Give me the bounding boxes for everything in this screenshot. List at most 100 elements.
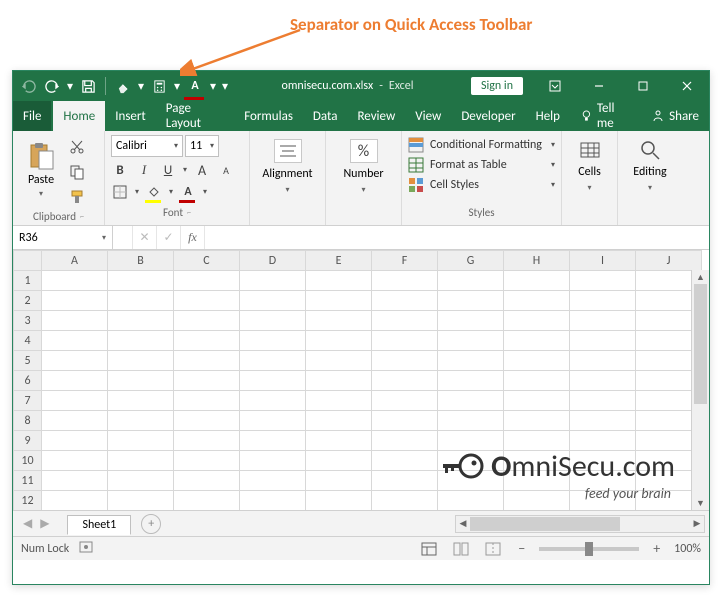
cell[interactable] [174,451,240,471]
cell[interactable] [42,391,108,411]
tab-insert[interactable]: Insert [105,101,156,131]
cell[interactable] [42,311,108,331]
conditional-formatting-button[interactable]: Conditional Formatting▾ [408,137,555,153]
cell[interactable] [570,391,636,411]
cell[interactable] [108,311,174,331]
cell[interactable] [174,351,240,371]
number-button[interactable]: % Number ▾ [332,135,395,205]
row-header[interactable]: 6 [14,371,42,391]
cell[interactable] [372,431,438,451]
tab-view[interactable]: View [405,101,451,131]
qat-dropdown-2[interactable]: ▾ [172,74,182,98]
dialog-launcher-icon[interactable]: ⌐ [187,208,191,218]
customize-qat-icon[interactable]: ▾ [220,74,230,98]
cell[interactable] [108,431,174,451]
scroll-thumb[interactable] [694,284,707,404]
bold-button[interactable]: B [111,161,129,179]
cell[interactable] [372,371,438,391]
scroll-right-icon[interactable]: ▶ [690,516,704,532]
chevron-down-icon[interactable]: ▾ [135,187,139,197]
row-header[interactable]: 7 [14,391,42,411]
cell[interactable] [174,491,240,511]
sheet-tab-1[interactable]: Sheet1 [67,515,131,535]
cell[interactable] [504,431,570,451]
paste-button[interactable]: Paste ▾ [19,135,63,205]
worksheet-grid[interactable]: ABCDEFGHIJ123456789101112 ▲ ▼ OmniSecu.c… [13,250,709,510]
tell-me-button[interactable]: Tell me [570,101,641,131]
undo-icon[interactable] [17,74,39,98]
cell[interactable] [240,471,306,491]
cell[interactable] [174,411,240,431]
tab-data[interactable]: Data [303,101,348,131]
cell[interactable] [570,311,636,331]
cell[interactable] [438,351,504,371]
cell[interactable] [504,291,570,311]
zoom-value[interactable]: 100% [674,542,701,556]
row-header[interactable]: 3 [14,311,42,331]
cell[interactable] [174,331,240,351]
font-size-combo[interactable]: 11▾ [185,135,219,157]
cell[interactable] [240,351,306,371]
cell[interactable] [570,471,636,491]
enter-formula-button[interactable]: ✓ [157,226,181,249]
grow-font-button[interactable]: A [193,161,211,179]
alignment-button[interactable]: Alignment ▾ [256,135,319,205]
editing-button[interactable]: Editing ▾ [624,135,676,205]
cell[interactable] [306,311,372,331]
cell[interactable] [42,331,108,351]
share-button[interactable]: Share [641,101,709,131]
tab-page-layout[interactable]: Page Layout [156,101,234,131]
dialog-launcher-icon[interactable]: ⌐ [80,212,84,222]
row-header[interactable]: 11 [14,471,42,491]
cell[interactable] [240,311,306,331]
tab-developer[interactable]: Developer [451,101,525,131]
cell[interactable] [108,371,174,391]
cell[interactable] [108,391,174,411]
cell[interactable] [306,451,372,471]
cell[interactable] [240,331,306,351]
fill-color-button[interactable] [145,183,163,201]
cell[interactable] [42,271,108,291]
row-header[interactable]: 8 [14,411,42,431]
cell[interactable] [306,471,372,491]
borders-button[interactable] [111,183,129,201]
save-icon[interactable] [77,74,99,98]
select-all-corner[interactable] [14,251,42,271]
cell[interactable] [240,431,306,451]
copy-button[interactable] [69,164,85,185]
tab-file[interactable]: File [13,101,51,131]
clear-formats-icon[interactable] [112,74,134,98]
cell-styles-button[interactable]: Cell Styles▾ [408,177,555,193]
cell[interactable] [570,351,636,371]
horizontal-scrollbar[interactable]: ◀ ▶ [455,515,705,533]
qat-dropdown-3[interactable]: ▾ [208,74,218,98]
cell[interactable] [174,311,240,331]
cell[interactable] [108,271,174,291]
cell[interactable] [504,491,570,511]
cell[interactable] [42,371,108,391]
sheet-nav-prev-icon[interactable]: ◀ [23,516,32,531]
row-header[interactable]: 1 [14,271,42,291]
cell[interactable] [570,431,636,451]
cell[interactable] [240,271,306,291]
cell[interactable] [240,491,306,511]
formula-input[interactable] [205,226,709,249]
cell[interactable] [108,291,174,311]
cell[interactable] [108,411,174,431]
cell[interactable] [504,451,570,471]
cell[interactable] [306,411,372,431]
col-header[interactable]: G [438,251,504,271]
ribbon-options-icon[interactable] [533,71,577,101]
cell[interactable] [174,271,240,291]
cell[interactable] [372,411,438,431]
cell[interactable] [372,451,438,471]
new-sheet-button[interactable]: + [141,514,161,534]
cell[interactable] [306,391,372,411]
format-as-table-button[interactable]: Format as Table▾ [408,157,555,173]
name-box[interactable]: R36 ▾ [13,226,113,249]
row-header[interactable]: 4 [14,331,42,351]
cell[interactable] [570,491,636,511]
underline-button[interactable]: U [159,161,177,179]
cell[interactable] [42,491,108,511]
cell[interactable] [108,331,174,351]
